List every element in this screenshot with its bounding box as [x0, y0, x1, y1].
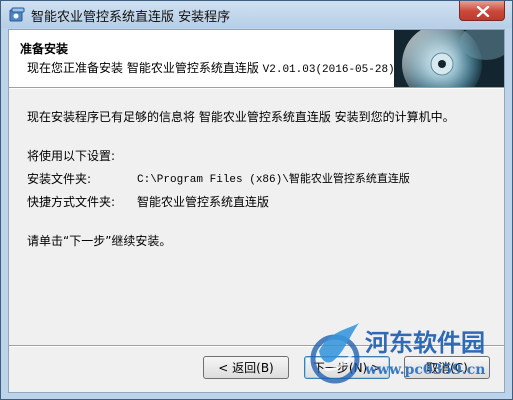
subtitle-text: 现在您正准备安装 智能农业管控系统直连版: [27, 61, 263, 75]
intro-text: 现在安装程序已有足够的信息将 智能农业管控系统直连版 安装到您的计算机中。: [27, 110, 455, 124]
watermark-logo-icon: [310, 323, 360, 384]
page-subtitle: 现在您正准备安装 智能农业管控系统直连版 V2.01.03(2016-05-28…: [27, 59, 395, 76]
instruction-text: 请单击“下一步”继续安装。: [27, 234, 172, 248]
install-folder-path: C:\Program Files (x86)\智能农业管控系统直连版: [137, 174, 410, 186]
installer-app-icon: [9, 7, 25, 23]
shortcut-folder-label: 快捷方式文件夹:: [27, 195, 116, 209]
installer-window: 智能农业管控系统直连版 安装程序 准备安装 现在您正准备安装 智能农业管控系统直…: [0, 0, 513, 400]
window-title: 智能农业管控系统直连版 安装程序: [31, 10, 231, 25]
cd-disc-banner: [394, 30, 504, 87]
install-folder-value: C:\Program Files (x86)\智能农业管控系统直连版: [137, 170, 410, 186]
install-folder-label: 安装文件夹:: [27, 172, 92, 186]
watermark-name: 河东软件园: [365, 328, 485, 357]
shortcut-folder-value: 智能农业管控系统直连版: [137, 195, 270, 209]
settings-heading: 将使用以下设置:: [27, 149, 116, 163]
title-bar[interactable]: 智能农业管控系统直连版 安装程序: [1, 1, 512, 28]
close-button[interactable]: [459, 1, 505, 21]
page-title: 准备安装: [20, 42, 69, 56]
header-separator: [9, 87, 504, 89]
close-icon: [476, 6, 490, 17]
watermark: 河东软件园 www.pc0359.cn: [303, 317, 513, 397]
version-text: V2.01.03(2016-05-28): [262, 64, 395, 76]
back-button[interactable]: < 返回(B): [203, 356, 289, 379]
wizard-header: 准备安装 现在您正准备安装 智能农业管控系统直连版 V2.01.03(2016-…: [9, 30, 504, 87]
watermark-url: www.pc0359.cn: [365, 362, 486, 378]
